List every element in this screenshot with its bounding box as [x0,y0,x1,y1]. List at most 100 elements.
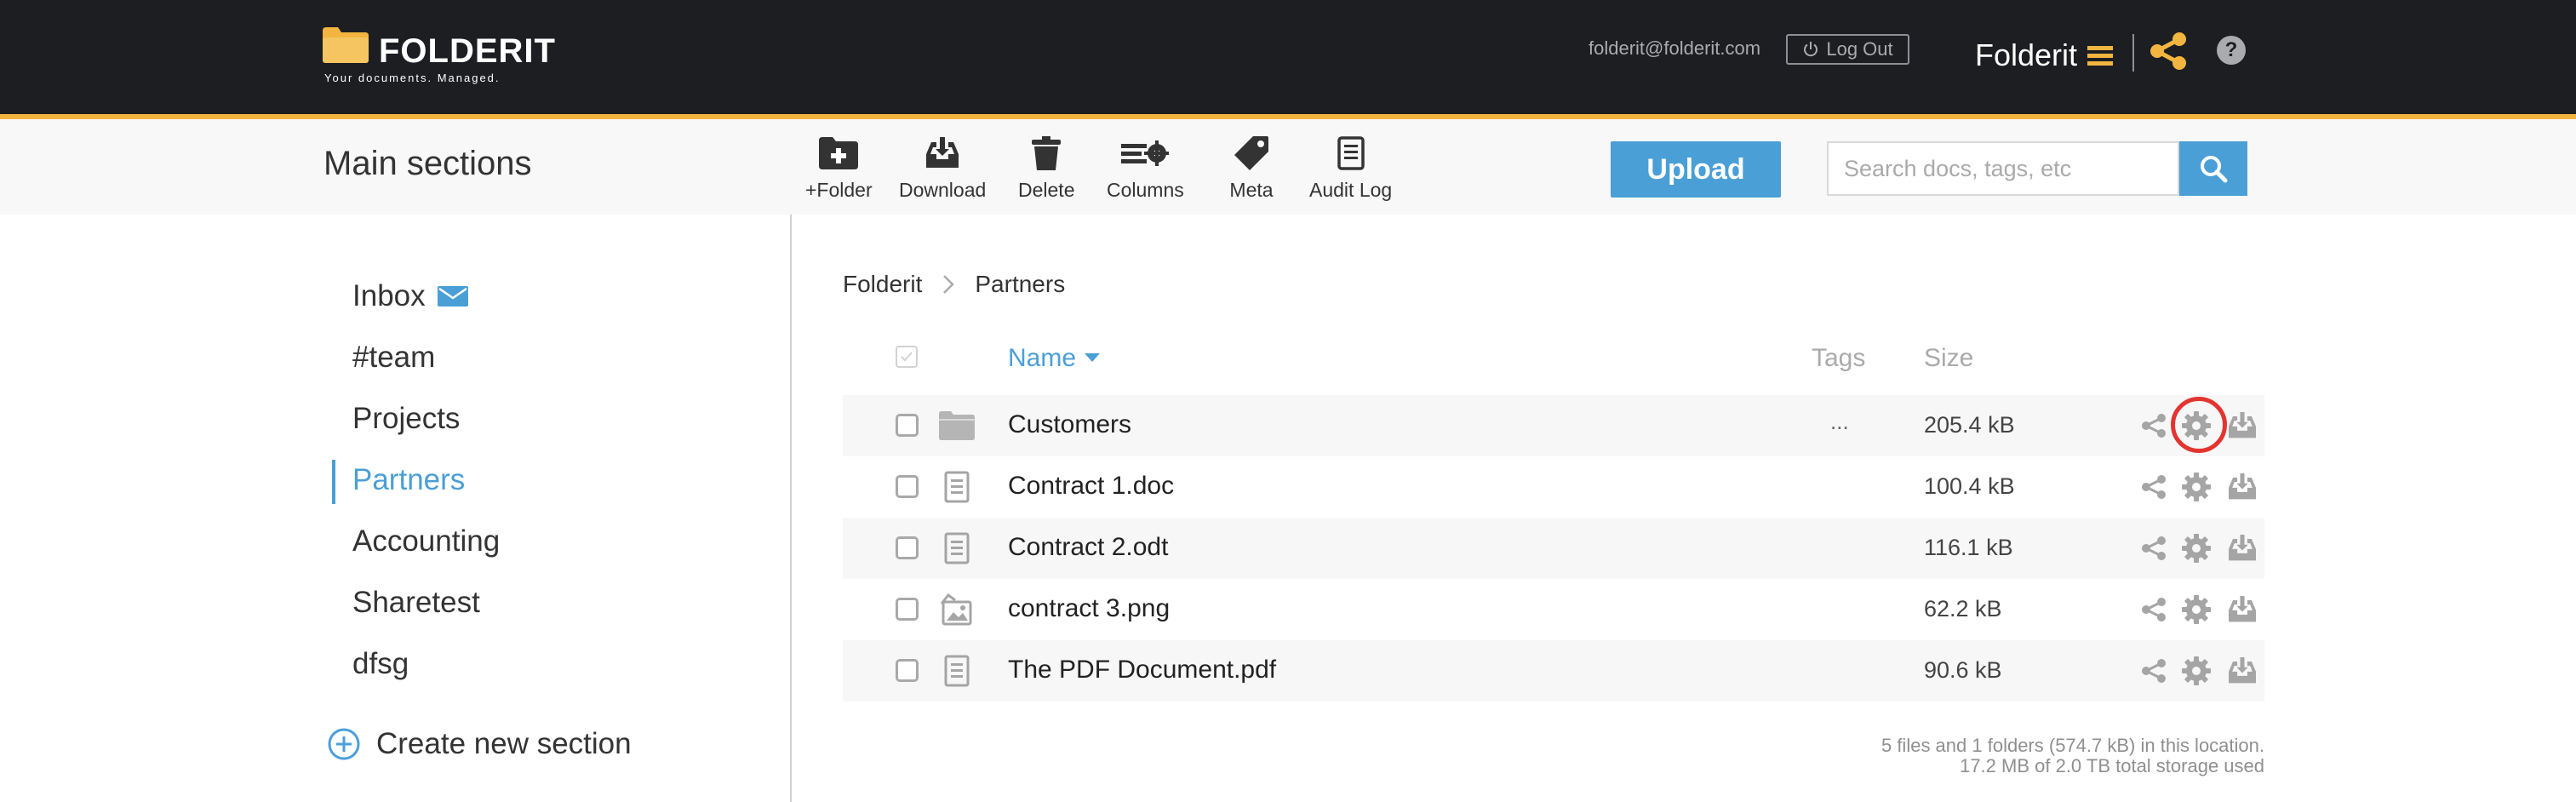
row-download-button[interactable] [2225,531,2259,565]
check-icon [901,352,913,362]
row-settings-button[interactable] [2179,593,2213,627]
sidebar-divider [790,215,792,802]
row-download-button[interactable] [2225,470,2259,504]
download-button[interactable]: Download [899,135,986,206]
document-icon [944,532,970,564]
topbar-divider [2132,34,2134,72]
name-column-label: Name [1008,344,1077,372]
row-share-button[interactable] [2137,531,2171,565]
download-tray-icon [2229,535,2256,561]
logout-button[interactable]: Log Out [1786,34,1909,65]
folderit-logo[interactable]: FOLDERIT Your documents. Managed. [323,26,578,87]
select-all-checkbox[interactable] [896,346,918,368]
row-checkbox[interactable] [896,414,919,437]
delete-button[interactable]: Delete [1018,135,1074,206]
breadcrumb-root[interactable]: Folderit [843,271,922,298]
sidebar-item-partners[interactable]: Partners [352,463,465,497]
table-row[interactable]: Contract 1.doc 100.4 kB [843,456,2264,518]
audit-log-label: Audit Log [1309,179,1393,201]
table-header: Name Tags Size [843,339,2264,381]
share-icon [2142,414,2166,438]
gear-icon [2182,656,2211,685]
search-input[interactable] [1827,141,2179,196]
row-settings-button[interactable] [2179,654,2213,688]
row-download-button[interactable] [2225,409,2259,443]
share-icon[interactable] [2147,29,2191,73]
row-settings-button[interactable] [2179,409,2213,443]
name-column-header[interactable]: Name [1008,344,1101,373]
row-settings-button[interactable] [2179,531,2213,565]
file-tags[interactable]: ... [1830,409,1849,435]
sidebar-item-sharetest[interactable]: Sharetest [352,586,480,620]
row-download-button[interactable] [2225,654,2259,688]
sidebar-item-label: Accounting [352,524,501,558]
columns-label: Columns [1107,179,1184,201]
new-folder-icon [819,137,859,169]
file-size: 62.2 kB [1924,596,2002,622]
row-download-button[interactable] [2225,593,2259,627]
logout-label: Log Out [1826,38,1893,60]
file-size: 90.6 kB [1924,657,2002,683]
power-icon [1804,42,1818,57]
sidebar-item-accounting[interactable]: Accounting [352,524,500,559]
image-file-icon [940,593,972,626]
logo-folder-icon [323,27,369,63]
table-row[interactable]: contract 3.png 62.2 kB [843,579,2264,640]
file-name[interactable]: Contract 1.doc [1008,472,1174,501]
sidebar-item-dfsg[interactable]: dfsg [352,647,409,681]
file-name[interactable]: Contract 2.odt [1008,533,1168,562]
row-share-button[interactable] [2137,470,2171,504]
trash-icon [1032,136,1062,170]
meta-label: Meta [1229,179,1274,201]
location-summary: 5 files and 1 folders (574.7 kB) in this… [1880,735,2264,756]
table-row[interactable]: Contract 2.odt 116.1 kB [843,518,2264,579]
columns-button[interactable]: Columns [1107,135,1184,206]
logo-tagline: Your documents. Managed. [324,72,501,84]
download-tray-icon [2229,473,2256,500]
help-icon[interactable]: ? [2217,36,2246,65]
breadcrumb-current[interactable]: Partners [975,271,1065,298]
file-name[interactable]: Customers [1008,410,1131,439]
account-menu[interactable]: Folderit [1975,34,2115,77]
table-row[interactable]: The PDF Document.pdf 90.6 kB [843,640,2264,702]
row-settings-button[interactable] [2179,470,2213,504]
document-icon [944,471,970,503]
page-title: Main sections [323,145,532,182]
download-label: Download [899,179,987,201]
file-size: 100.4 kB [1924,473,2015,499]
active-section-indicator [332,460,335,504]
search-button[interactable] [2179,141,2247,196]
download-tray-icon [2229,657,2256,684]
sidebar-item-projects[interactable]: Projects [352,402,460,436]
row-checkbox[interactable] [896,659,919,682]
breadcrumb: Folderit Partners [843,271,1065,298]
sidebar-item-label: Sharetest [352,586,480,619]
file-name[interactable]: contract 3.png [1008,594,1170,623]
audit-log-button[interactable]: Audit Log [1309,135,1392,206]
document-icon [944,655,970,687]
file-size: 116.1 kB [1924,535,2013,560]
mail-icon [437,286,468,306]
tags-column-header: Tags [1812,344,1866,372]
create-section-label: Create new section [376,727,632,760]
row-share-button[interactable] [2137,593,2171,627]
create-section-button[interactable]: Create new section [327,727,632,761]
file-name[interactable]: The PDF Document.pdf [1008,656,1276,685]
table-row[interactable]: Customers ... 205.4 kB [843,395,2264,456]
audit-log-icon [1337,136,1365,170]
meta-button[interactable]: Meta [1228,135,1275,206]
row-share-button[interactable] [2137,409,2171,443]
size-column-header[interactable]: Size [1924,344,1973,373]
row-checkbox[interactable] [896,536,919,559]
search-icon [2201,156,2228,183]
columns-settings-icon [1121,140,1170,166]
sidebar-item-label: Inbox [352,279,426,312]
chevron-right-icon [943,275,955,294]
row-share-button[interactable] [2137,654,2171,688]
upload-button[interactable]: Upload [1611,141,1781,198]
row-checkbox[interactable] [896,475,919,498]
row-checkbox[interactable] [896,598,919,621]
sidebar-item-inbox[interactable]: Inbox [352,279,468,313]
new-folder-button[interactable]: +Folder [805,135,873,206]
sidebar-item-team[interactable]: #team [352,341,435,375]
